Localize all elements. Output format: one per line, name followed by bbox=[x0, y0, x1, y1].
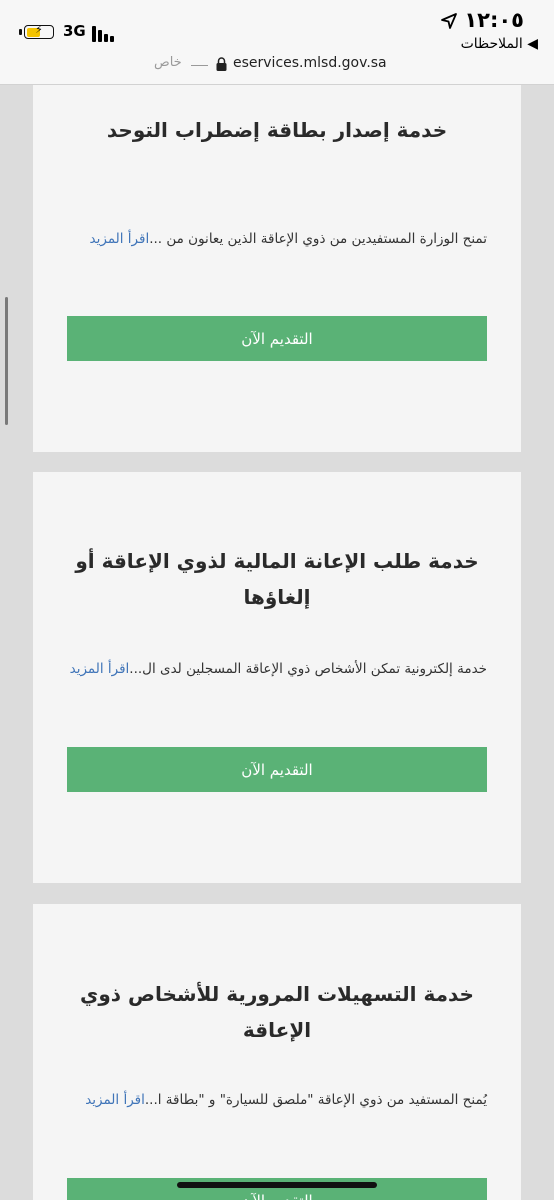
service-title: خدمة التسهيلات المرورية للأشخاص ذوي الإع… bbox=[80, 982, 474, 1042]
separator-dash bbox=[191, 65, 208, 66]
apply-now-button[interactable]: التقديم الآن bbox=[67, 316, 487, 361]
service-card: خدمة طلب الإعانة المالية لذوي الإعاقة أو… bbox=[33, 472, 521, 883]
lock-icon bbox=[216, 57, 227, 71]
service-description-text: يُمنح المستفيد من ذوي الإعاقة "ملصق للسي… bbox=[144, 1092, 487, 1108]
signal-bars-icon bbox=[92, 26, 114, 42]
status-bar: ١٢:٠٥ ◀ الملاحظات ⚡ 3G خاص eservices.mls… bbox=[0, 0, 554, 85]
service-title: خدمة إصدار بطاقة إضطراب التوحد bbox=[106, 118, 448, 142]
read-more-link[interactable]: اقرأ المزيد bbox=[90, 231, 150, 247]
battery-icon: ⚡ bbox=[24, 23, 54, 39]
service-description-text: خدمة إلكترونية تمكن الأشخاص ذوي الإعاقة … bbox=[129, 661, 487, 677]
home-indicator[interactable] bbox=[177, 1182, 377, 1188]
service-description: يُمنح المستفيد من ذوي الإعاقة "ملصق للسي… bbox=[67, 1085, 487, 1115]
back-to-notes-link[interactable]: ◀ الملاحظات bbox=[461, 36, 538, 52]
status-time: ١٢:٠٥ bbox=[464, 8, 524, 32]
service-description-text: تمنح الوزارة المستفيدين من ذوي الإعاقة ا… bbox=[149, 231, 487, 247]
service-description: تمنح الوزارة المستفيدين من ذوي الإعاقة ا… bbox=[67, 224, 487, 254]
battery-cap bbox=[19, 29, 22, 35]
service-card: خدمة التسهيلات المرورية للأشخاص ذوي الإع… bbox=[33, 904, 521, 1200]
read-more-link[interactable]: اقرأ المزيد bbox=[85, 1092, 145, 1108]
address-bar[interactable]: خاص eservices.mlsd.gov.sa bbox=[0, 54, 554, 76]
service-description: خدمة إلكترونية تمكن الأشخاص ذوي الإعاقة … bbox=[67, 654, 487, 684]
page-url: eservices.mlsd.gov.sa bbox=[233, 55, 387, 71]
service-card: خدمة إصدار بطاقة إضطراب التوحد تمنح الوز… bbox=[33, 85, 521, 452]
charging-bolt-icon: ⚡ bbox=[35, 23, 43, 36]
scroll-indicator[interactable] bbox=[5, 297, 8, 425]
service-title: خدمة طلب الإعانة المالية لذوي الإعاقة أو… bbox=[75, 549, 479, 609]
read-more-link[interactable]: اقرأ المزيد bbox=[70, 661, 130, 677]
location-arrow-icon bbox=[441, 13, 457, 29]
private-mode-label: خاص bbox=[154, 55, 182, 70]
network-type: 3G bbox=[63, 22, 86, 40]
apply-now-button[interactable]: التقديم الآن bbox=[67, 747, 487, 792]
